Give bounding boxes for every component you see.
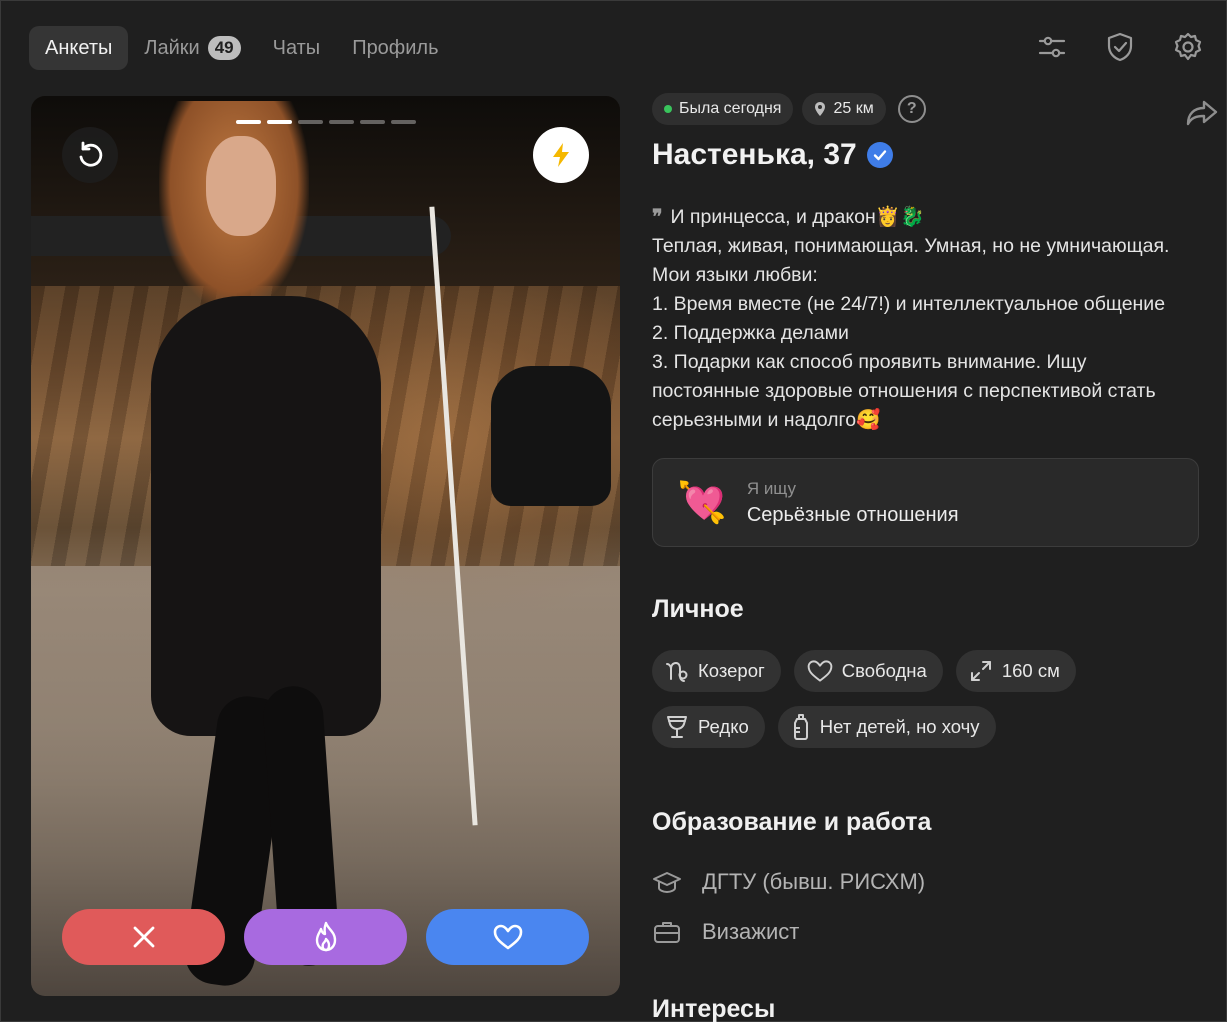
looking-for-value: Серьёзные отношения	[746, 503, 959, 526]
capricorn-icon	[666, 661, 688, 682]
tab-likes-label: Лайки	[144, 36, 200, 59]
education-section-title: Образование и работа	[652, 808, 932, 836]
cupid-heart-icon: 💘	[677, 480, 727, 525]
looking-for-label: Я ищу	[746, 478, 796, 498]
top-nav: Анкеты Лайки 49 Чаты Профиль	[29, 26, 455, 70]
photo-progress-segment[interactable]	[267, 120, 292, 124]
heart-icon	[493, 924, 522, 950]
photo-progress-segment[interactable]	[360, 120, 385, 124]
interests-section-title: Интересы	[652, 995, 776, 1022]
profile-bio: ❞ И принцесса, и дракон👸🐉 Теплая, живая, …	[652, 202, 1199, 435]
photo-progress-segment[interactable]	[298, 120, 323, 124]
shield-check-icon[interactable]	[1104, 29, 1136, 65]
close-icon	[133, 926, 154, 948]
distance-badge: 25 км	[802, 93, 886, 125]
bio-text: И принцесса, и дракон👸🐉 Теплая, живая, п…	[652, 206, 1170, 431]
job-item: Визажист	[652, 907, 1199, 957]
personal-section-title: Личное	[652, 595, 744, 623]
education-list: ДГТУ (бывш. РИСХМ) Визажист	[652, 857, 1199, 957]
online-status-badge: Была сегодня	[652, 93, 794, 125]
photo-progress-segment[interactable]	[236, 120, 261, 124]
tab-profile[interactable]: Профиль	[336, 26, 454, 70]
likes-count-badge: 49	[207, 36, 241, 60]
profile-photo-card[interactable]	[31, 96, 620, 996]
online-dot-icon	[664, 105, 672, 113]
tag-children: Нет детей, но хочу	[777, 706, 996, 748]
tab-chats-label: Чаты	[272, 36, 321, 59]
superlike-button[interactable]	[244, 909, 407, 965]
settings-gear-icon[interactable]	[1172, 29, 1204, 65]
education-item: ДГТУ (бывш. РИСХМ)	[652, 857, 1199, 907]
swipe-actions	[62, 909, 589, 965]
fire-icon	[315, 921, 336, 952]
tab-likes[interactable]: Лайки 49	[128, 26, 256, 70]
profile-name: Настенька, 37	[652, 138, 857, 171]
tag-zodiac: Козерог	[652, 650, 781, 692]
name-row: Настенька, 37	[652, 138, 1199, 172]
tab-profile-label: Профиль	[352, 36, 439, 59]
looking-for-card: 💘 Я ищу Серьёзные отношения	[652, 458, 1199, 547]
tab-profiles-label: Анкеты	[45, 36, 113, 59]
photo-progress-segment[interactable]	[391, 120, 416, 124]
share-button[interactable]	[1185, 99, 1219, 132]
photo-progress	[236, 120, 416, 124]
tag-zodiac-label: Козерог	[698, 660, 765, 681]
online-status-text: Была сегодня	[679, 100, 782, 117]
education-label: ДГТУ (бывш. РИСХМ)	[702, 869, 926, 894]
undo-icon	[79, 141, 103, 167]
baby-bottle-icon	[793, 714, 808, 740]
wine-glass-icon	[667, 716, 687, 738]
tag-alcohol-label: Редко	[698, 716, 749, 737]
lightning-icon	[553, 143, 569, 167]
tag-height: 160 см	[955, 650, 1076, 692]
job-label: Визажист	[702, 919, 800, 944]
heart-outline-icon	[807, 660, 833, 682]
profile-status-row: Была сегодня 25 км ?	[652, 93, 1218, 126]
height-arrows-icon	[970, 661, 991, 681]
distance-text: 25 км	[833, 100, 874, 117]
location-pin-icon	[815, 102, 826, 116]
undo-button[interactable]	[62, 127, 118, 183]
help-icon[interactable]: ?	[897, 95, 926, 123]
tag-alcohol: Редко	[652, 706, 765, 748]
tag-relationship-label: Свободна	[841, 660, 927, 681]
graduation-cap-icon	[653, 872, 681, 893]
quote-icon: ❞	[652, 205, 663, 228]
share-arrow-icon	[1186, 100, 1218, 126]
tag-height-label: 160 см	[1001, 660, 1060, 681]
tag-relationship-status: Свободна	[793, 650, 943, 692]
tag-children-label: Нет детей, но хочу	[819, 716, 980, 737]
verified-badge-icon	[866, 142, 893, 168]
photo-progress-segment[interactable]	[329, 120, 354, 124]
like-button[interactable]	[426, 909, 589, 965]
personal-tags: Козерог Свободна 160 см Редко Нет детей,…	[652, 650, 1172, 748]
briefcase-icon	[654, 922, 680, 943]
tab-profiles[interactable]: Анкеты	[29, 26, 129, 70]
top-icons	[1036, 29, 1204, 65]
boost-button[interactable]	[533, 127, 589, 183]
profile-details: Была сегодня 25 км ? Настенька, 37 ❞ И пр…	[652, 93, 1218, 1022]
filters-icon[interactable]	[1036, 29, 1068, 65]
dislike-button[interactable]	[62, 909, 225, 965]
tab-chats[interactable]: Чаты	[257, 26, 337, 70]
photo-scene	[31, 96, 620, 286]
